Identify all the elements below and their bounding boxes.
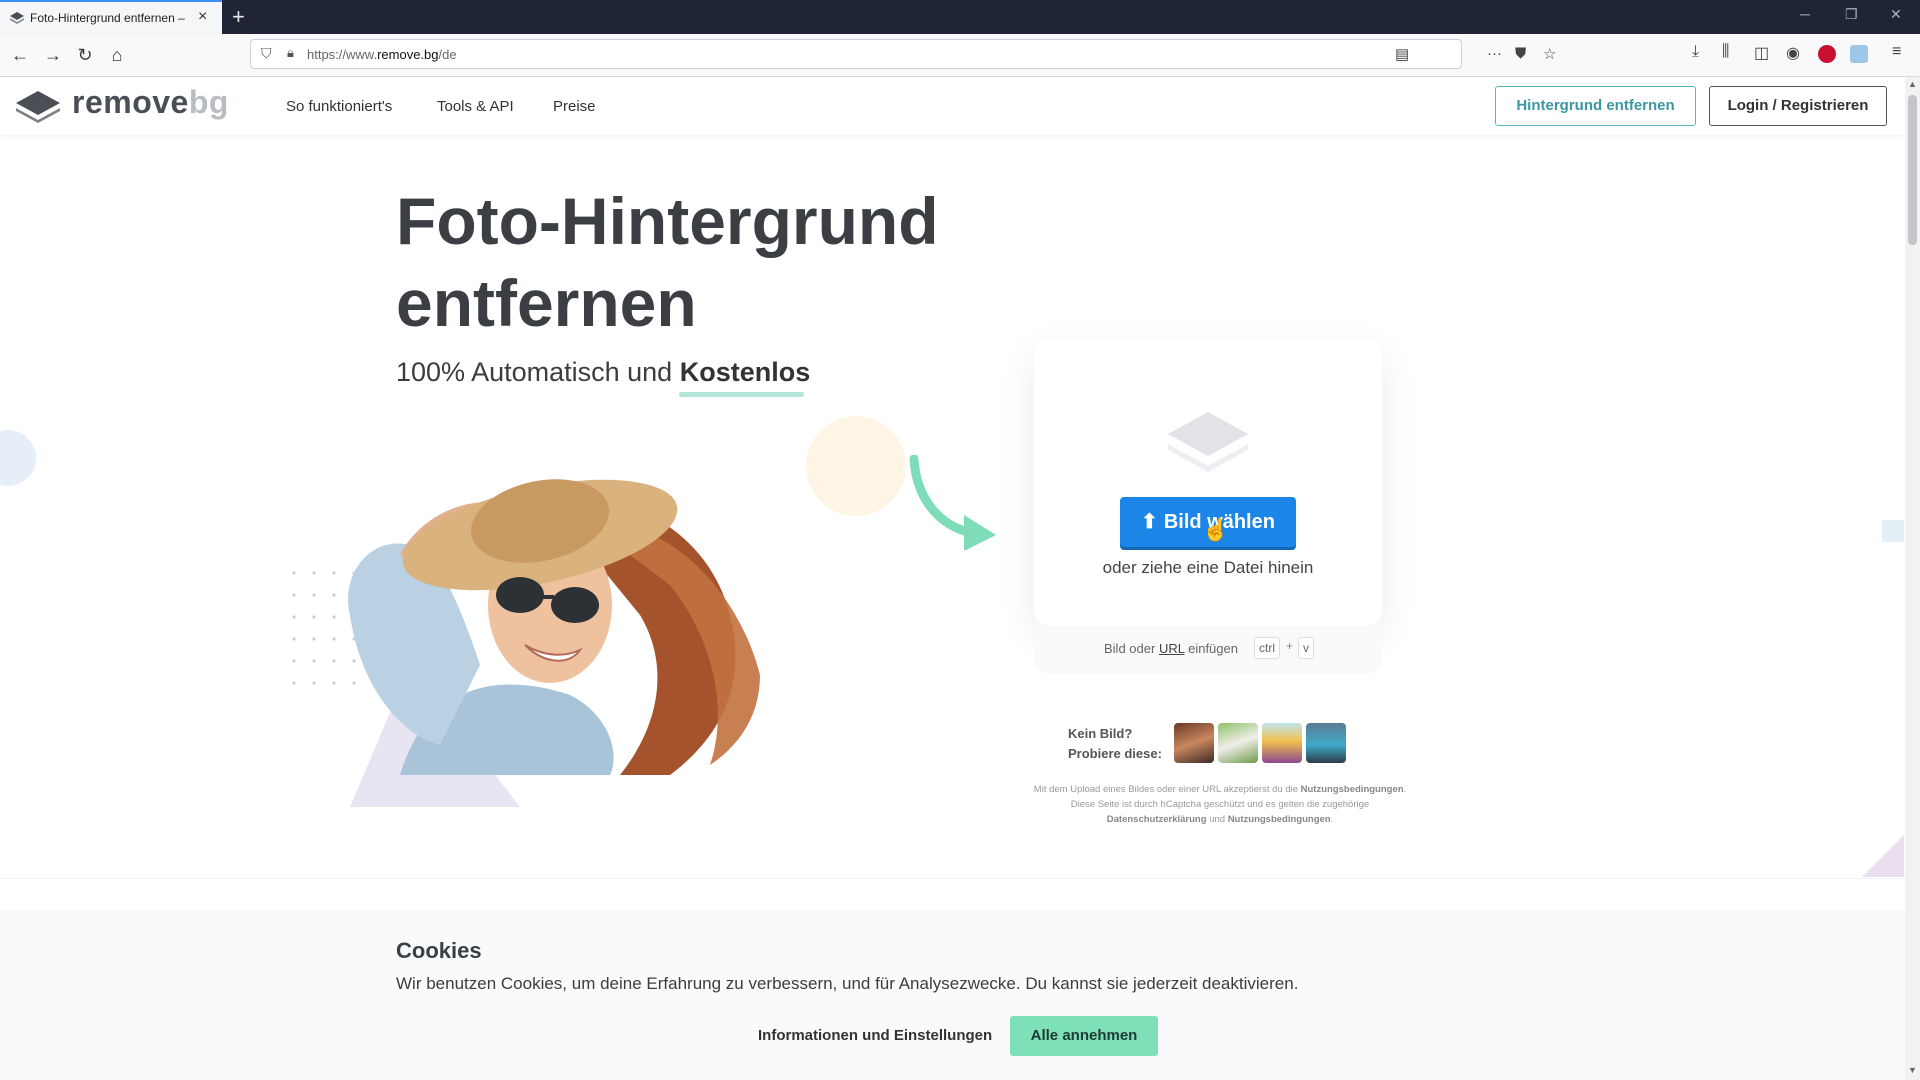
pocket-icon[interactable]: ⛊ [1515, 45, 1526, 62]
layers-icon [1168, 412, 1248, 472]
lock-icon[interactable]: 🔒︎ [287, 45, 294, 61]
hero-subtitle: 100% Automatisch und Kostenlos [396, 357, 811, 387]
cookie-title: Cookies [396, 938, 482, 963]
restore-icon[interactable]: ❐ [1845, 6, 1858, 23]
upload-icon: ⬆ [1141, 511, 1158, 533]
samples-label: Kein Bild? Probiere diese: [1068, 726, 1162, 761]
decor-triangle-right [1862, 835, 1904, 877]
cookie-settings-button[interactable]: Informationen und Einstellungen [758, 1027, 992, 1044]
cookie-banner: Cookies Wir benutzen Cookies, um deine E… [0, 910, 1905, 1080]
window-close-icon[interactable]: ✕ [1890, 6, 1902, 23]
removebg-logo-icon[interactable] [16, 91, 60, 123]
tab-title: Foto-Hintergrund entfernen – [30, 11, 185, 25]
cookie-text: Wir benutzen Cookies, um deine Erfahrung… [396, 974, 1299, 993]
site-header: removebg So funktioniert's Tools & API P… [0, 77, 1905, 135]
page-actions-icon[interactable]: ··· [1487, 45, 1502, 62]
reload-icon[interactable]: ↻ [72, 42, 98, 68]
login-register-button[interactable]: Login / Registrieren [1709, 86, 1887, 126]
hero-woman-image [292, 479, 760, 807]
mouse-cursor-icon: ☝ [1202, 517, 1230, 542]
paste-url-link[interactable]: URL [1159, 641, 1185, 656]
nav-so-funktionierts[interactable]: So funktioniert's [286, 98, 392, 115]
terms-link-2[interactable]: Nutzungsbedingungen [1228, 814, 1331, 825]
paste-hint: Bild oder URL einfügen [1104, 641, 1238, 656]
nav-preise[interactable]: Preise [553, 98, 596, 115]
section-divider [0, 878, 1905, 879]
page-scrollbar[interactable]: ▲ ▼ [1905, 77, 1920, 1080]
back-icon[interactable]: ← [7, 42, 33, 68]
minimize-icon[interactable]: ─ [1800, 6, 1810, 22]
scroll-down-icon[interactable]: ▼ [1908, 1065, 1917, 1075]
browser-toolbar: ← → ↻ ⌂ ⛉ 🔒︎ https://www.remove.bg/de ▤ … [0, 34, 1920, 77]
browser-tab[interactable]: Foto-Hintergrund entfernen – × [0, 0, 222, 34]
reader-view-icon[interactable]: ▤ [1395, 45, 1409, 63]
sample-image-car[interactable] [1306, 723, 1346, 763]
legal-notice: Mit dem Upload eines Bildes oder einer U… [1033, 784, 1407, 825]
decor-square [1882, 520, 1904, 542]
sample-image-alpaca[interactable] [1218, 723, 1258, 763]
privacy-link[interactable]: Datenschutzerklärung [1107, 814, 1207, 825]
kbd-ctrl: ctrl [1254, 637, 1280, 659]
nav-tools-api[interactable]: Tools & API [437, 98, 514, 115]
home-icon[interactable]: ⌂ [104, 42, 130, 68]
paste-url-area[interactable]: Bild oder URL einfügen ctrl + v [1034, 626, 1382, 674]
sample-image-woman[interactable] [1174, 723, 1214, 763]
browser-tab-bar: Foto-Hintergrund entfernen – × + ─ ❐ ✕ [0, 0, 1920, 34]
logo-wordmark[interactable]: removebg [72, 84, 229, 121]
account-icon[interactable]: ◉ [1786, 43, 1800, 63]
decor-half-circle [0, 430, 36, 486]
highlight-underline [679, 392, 804, 397]
remove-background-button[interactable]: Hintergrund entfernen [1495, 86, 1696, 126]
page-title: Foto-Hintergrund entfernen [396, 184, 939, 340]
extension-icon[interactable] [1850, 45, 1868, 63]
upload-card[interactable]: ⬆ Bild wählen ☝ oder ziehe eine Datei hin… [1034, 340, 1382, 626]
library-icon[interactable]: ⫼ [1722, 43, 1729, 61]
arrow-icon [909, 455, 996, 550]
scroll-up-icon[interactable]: ▲ [1908, 79, 1917, 89]
new-tab-button[interactable]: + [232, 4, 245, 30]
kbd-v: v [1298, 637, 1314, 659]
sidebar-icon[interactable]: ◫ [1754, 43, 1769, 63]
kbd-plus: + [1286, 639, 1294, 653]
sample-image-drink[interactable] [1262, 723, 1302, 763]
menu-icon[interactable]: ≡ [1892, 43, 1901, 61]
address-bar[interactable]: ⛉ 🔒︎ https://www.remove.bg/de ▤ ··· ⛊ ☆ [250, 39, 1556, 69]
tracking-shield-icon[interactable]: ⛉ [261, 45, 272, 62]
forward-icon[interactable]: → [40, 42, 66, 68]
downloads-icon[interactable]: ⤓ [1692, 43, 1699, 61]
terms-link[interactable]: Nutzungsbedingungen [1301, 784, 1404, 795]
accept-all-cookies-button[interactable]: Alle annehmen [1010, 1016, 1158, 1056]
url-text[interactable]: https://www.remove.bg/de [307, 47, 457, 62]
bookmark-star-icon[interactable]: ☆ [1543, 45, 1556, 63]
removebg-favicon-icon [10, 12, 24, 24]
scroll-thumb[interactable] [1908, 95, 1917, 245]
drop-hint: oder ziehe eine Datei hinein [1102, 558, 1314, 577]
close-tab-icon[interactable]: × [198, 8, 207, 26]
adblock-icon[interactable] [1818, 45, 1836, 63]
